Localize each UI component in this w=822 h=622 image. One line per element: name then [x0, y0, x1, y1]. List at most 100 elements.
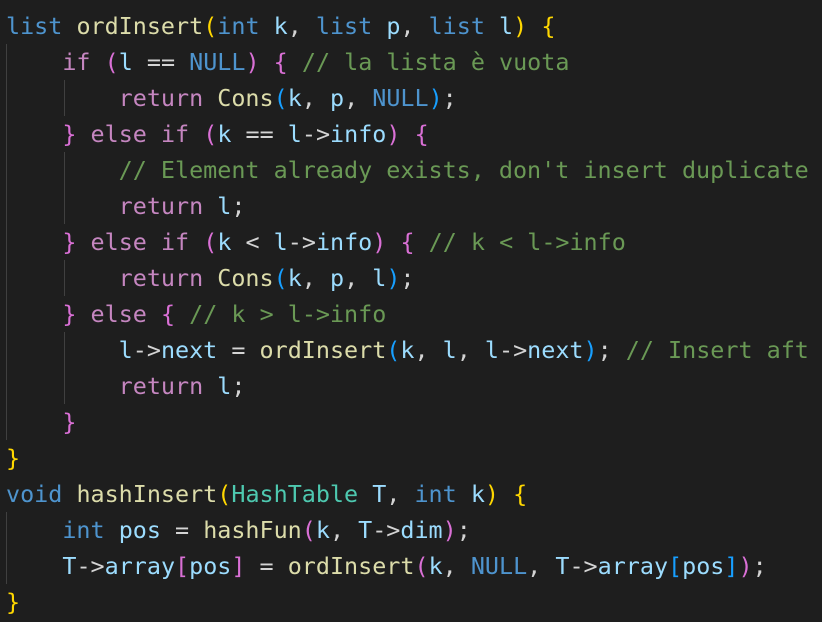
code-line[interactable]: list ordInsert(int k, list p, list l) { [6, 8, 809, 44]
code-line[interactable]: return Cons(k, p, NULL); [6, 80, 809, 116]
code-token: ) [513, 12, 528, 40]
code-token: next [527, 336, 584, 364]
code-token: -> [76, 552, 105, 580]
code-token: = [217, 336, 260, 364]
code-token: p [329, 264, 345, 292]
code-line[interactable]: int pos = hashFun(k, T->dim); [6, 512, 809, 548]
code-editor[interactable]: list ordInsert(int k, list p, list l) { … [0, 0, 822, 622]
code-token: // la lista è vuota [301, 48, 570, 76]
code-token: l [499, 12, 514, 40]
code-token: // Insert aft [625, 336, 809, 364]
code-token: hashInsert [76, 480, 218, 508]
code-token: else [90, 300, 147, 328]
code-token: T [555, 552, 570, 580]
code-line[interactable]: } else if (k == l->info) { [6, 116, 809, 152]
code-token: T [62, 552, 77, 580]
code-area[interactable]: list ordInsert(int k, list p, list l) { … [6, 8, 809, 620]
code-token: HashTable [231, 480, 359, 508]
code-token: ( [217, 480, 232, 508]
code-line[interactable]: // Element already exists, don't insert … [6, 152, 809, 188]
code-token: ( [203, 120, 218, 148]
code-token: T [372, 480, 387, 508]
code-token: ) [386, 120, 401, 148]
code-token: list [428, 12, 485, 40]
code-token: ( [273, 84, 288, 112]
code-token: Cons [217, 84, 274, 112]
code-token: { [273, 48, 288, 76]
code-token: list [315, 12, 373, 40]
code-token: , [329, 516, 359, 544]
code-line[interactable]: T->array[pos] = ordInsert(k, NULL, T->ar… [6, 548, 809, 584]
code-line[interactable]: l->next = ordInsert(k, l, l->next); // I… [6, 332, 809, 368]
code-token: ordInsert [287, 552, 415, 580]
code-token: ; [456, 516, 471, 544]
code-token: -> [287, 228, 316, 256]
code-line[interactable]: return l; [6, 188, 809, 224]
code-token: { [414, 120, 429, 148]
code-line[interactable]: if (l == NULL) { // la lista è vuota [6, 44, 809, 80]
code-line[interactable]: } else { // k > l->info [6, 296, 809, 332]
code-line[interactable]: return l; [6, 368, 809, 404]
code-line[interactable]: } [6, 404, 809, 440]
code-token: } [62, 300, 77, 328]
code-token: ) [372, 228, 387, 256]
code-token: NULL [470, 552, 528, 580]
code-token: k [287, 264, 302, 292]
code-token: k [217, 120, 232, 148]
code-token: next [160, 336, 218, 364]
code-token: void [6, 480, 63, 508]
code-token: hashFun [203, 516, 302, 544]
code-line[interactable]: return Cons(k, p, l); [6, 260, 809, 296]
code-token: info [330, 120, 387, 148]
code-token: , [400, 12, 429, 40]
code-token: { [400, 228, 415, 256]
code-token: T [358, 516, 373, 544]
code-token: -> [132, 336, 161, 364]
code-token: // Element already exists, don't insert … [118, 156, 809, 184]
code-token: -> [301, 120, 331, 148]
code-token: , [386, 480, 415, 508]
code-token: , [344, 84, 373, 112]
code-token: ( [203, 228, 218, 256]
code-token: dim [400, 516, 443, 544]
code-token: int [62, 516, 105, 544]
code-token: l [287, 120, 302, 148]
code-line[interactable]: } [6, 440, 809, 476]
code-token: = [245, 552, 288, 580]
code-token: if [160, 120, 190, 148]
code-line[interactable]: void hashInsert(HashTable T, int k) { [6, 476, 809, 512]
code-token: // k < l->info [428, 228, 626, 256]
code-token: info [315, 228, 373, 256]
code-line[interactable]: } [6, 584, 809, 620]
code-token: } [62, 228, 77, 256]
code-token: l [217, 372, 232, 400]
code-line[interactable]: } else if (k < l->info) { // k < l->info [6, 224, 809, 260]
code-token: ) [738, 552, 753, 580]
code-token: l [118, 48, 133, 76]
code-token: , [301, 264, 330, 292]
code-token: return [118, 84, 204, 112]
code-token: return [118, 192, 204, 220]
code-token: int [217, 12, 260, 40]
code-token: array [104, 552, 176, 580]
code-token: return [118, 372, 204, 400]
